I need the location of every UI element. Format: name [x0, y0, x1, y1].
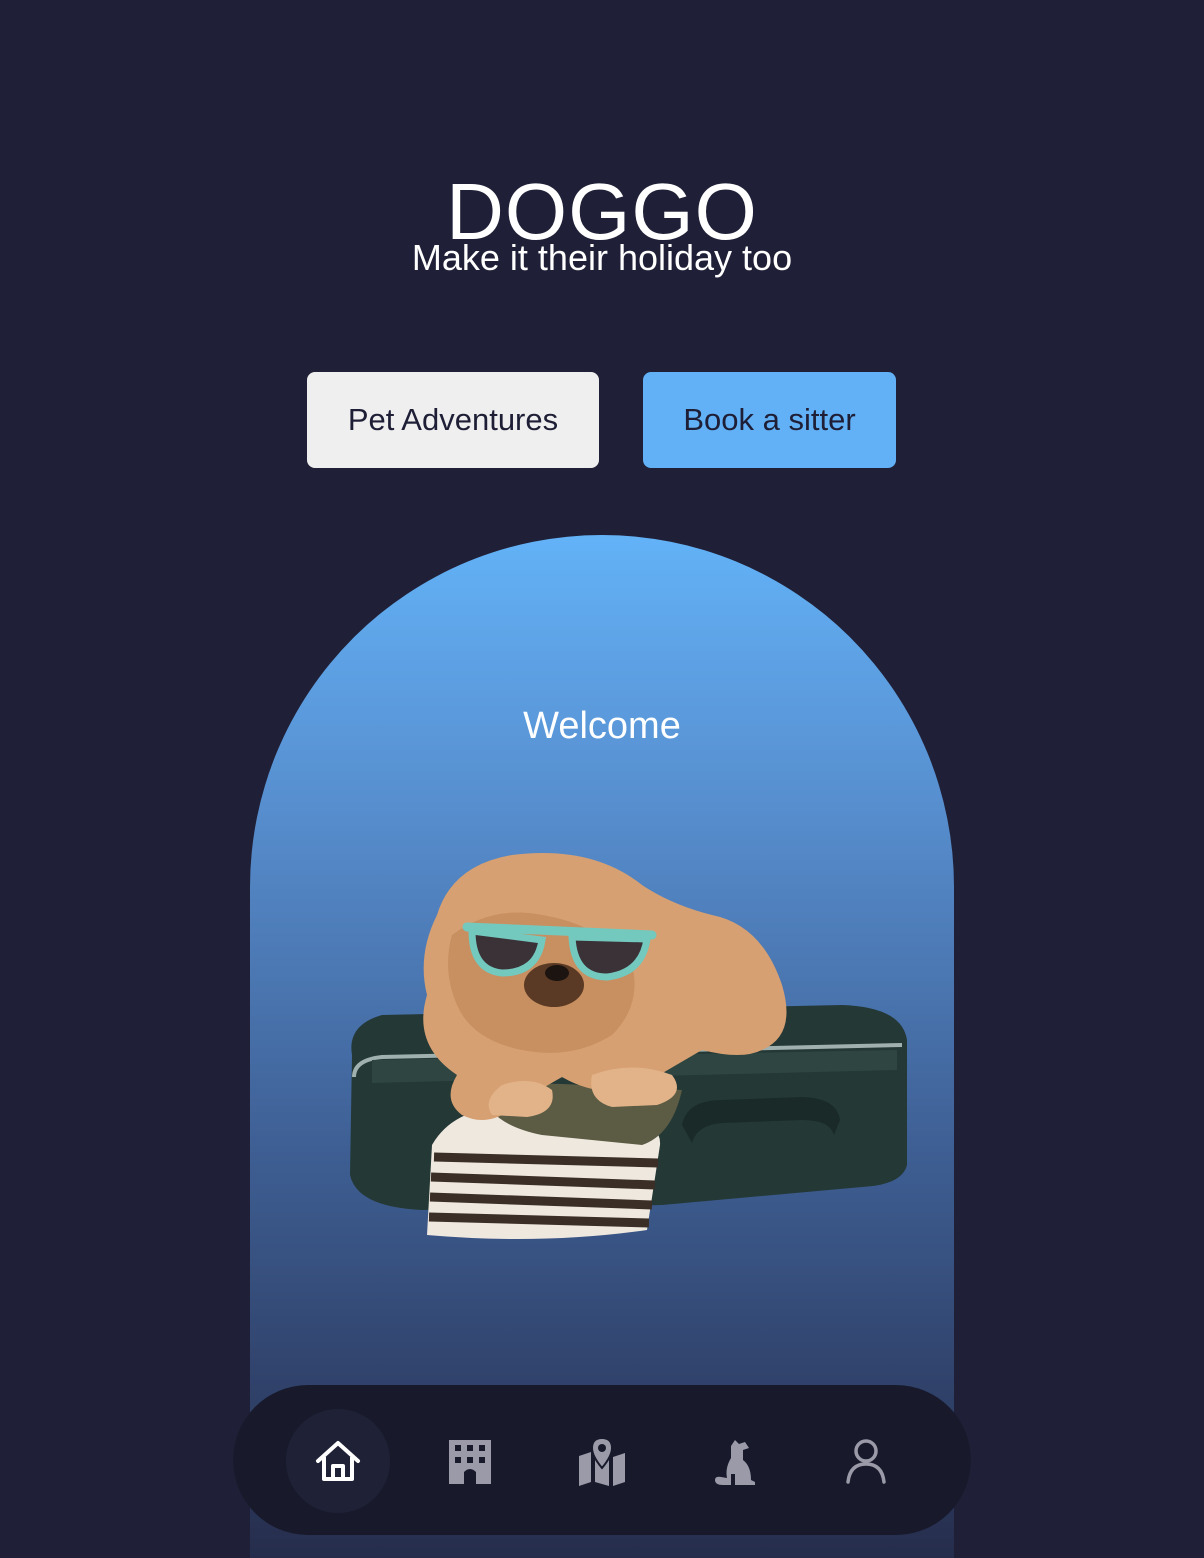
- dog-icon: [715, 1440, 755, 1485]
- nav-pets[interactable]: [682, 1409, 786, 1513]
- home-icon: [316, 1441, 360, 1481]
- tagline: Make it their holiday too: [411, 237, 793, 278]
- building-icon: [449, 1440, 491, 1484]
- welcome-text: Welcome: [523, 705, 681, 747]
- pet-adventures-button[interactable]: Pet Adventures: [307, 372, 599, 468]
- book-sitter-button[interactable]: Book a sitter: [643, 372, 896, 468]
- nav-home[interactable]: [286, 1409, 390, 1513]
- user-icon: [846, 1439, 886, 1484]
- map-icon: [579, 1436, 625, 1486]
- bottom-nav: [233, 1385, 971, 1535]
- nav-hotels[interactable]: [418, 1409, 522, 1513]
- nav-map[interactable]: [550, 1409, 654, 1513]
- hero-dog-image: [350, 853, 907, 1239]
- nav-profile[interactable]: [814, 1409, 918, 1513]
